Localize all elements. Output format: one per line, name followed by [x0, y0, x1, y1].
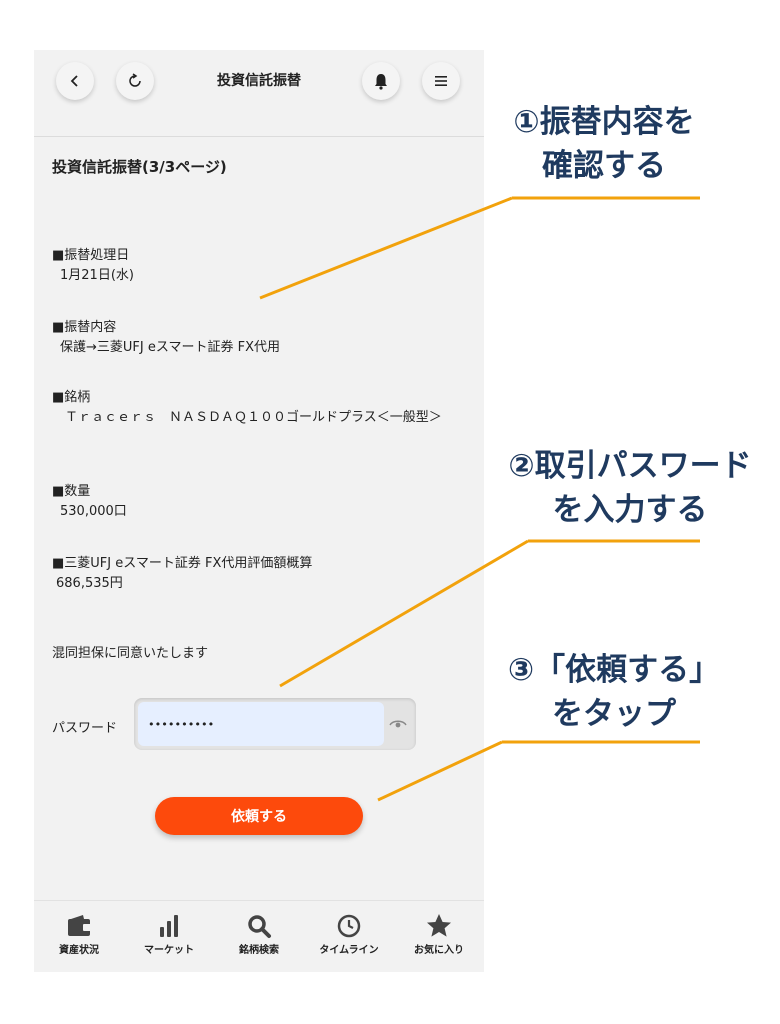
- tab-search[interactable]: 銘柄検索: [214, 909, 304, 971]
- tab-label: お気に入り: [414, 945, 464, 956]
- section-value: Ｔｒａｃｅｒｓ ＮＡＳＤＡＱ１００ゴールドプラス＜一般型＞: [52, 410, 442, 425]
- annotation-1-line1: ①振替内容を: [513, 104, 695, 140]
- refresh-icon: [129, 73, 141, 87]
- bar-chart-icon: [160, 915, 178, 937]
- section-value: 保護→三菱UFJ eスマート証券 FX代用: [60, 340, 280, 355]
- bottom-tab-bar: 資産状況 マーケット 銘柄検索 タイムライン お気に入り: [34, 900, 484, 972]
- annotation-2: ②取引パスワード を入力する: [490, 444, 770, 532]
- phone-screen: 投資信託振替 投資信託振替(3/3ページ) ■振替処理日 1月21日(水) ■振…: [34, 50, 484, 972]
- submit-request-button[interactable]: 依頼する: [155, 797, 363, 835]
- annotation-1: ①振替内容を 確認する: [498, 100, 710, 188]
- info-transfer-content: ■振替内容 保護→三菱UFJ eスマート証券 FX代用: [52, 318, 280, 358]
- hamburger-menu-icon: [435, 76, 447, 86]
- tab-label: タイムライン: [319, 945, 379, 956]
- page-title: 投資信託振替(3/3ページ): [52, 158, 227, 176]
- menu-button[interactable]: [422, 62, 460, 100]
- info-transfer-date: ■振替処理日 1月21日(水): [52, 246, 134, 286]
- annotation-3: ③「依頼する」 をタップ: [494, 648, 734, 736]
- app-header: 投資信託振替: [34, 50, 484, 137]
- refresh-button[interactable]: [116, 62, 154, 100]
- password-label: パスワード: [52, 721, 118, 736]
- info-quantity: ■数量 530,000口: [52, 482, 127, 522]
- tab-assets[interactable]: 資産状況: [34, 909, 124, 971]
- eye-icon[interactable]: [388, 716, 408, 732]
- section-label: ■数量: [52, 484, 91, 499]
- tab-timeline[interactable]: タイムライン: [304, 909, 394, 971]
- tab-label: マーケット: [144, 945, 194, 956]
- section-label: ■振替内容: [52, 320, 117, 335]
- section-label: ■三菱UFJ eスマート証券 FX代用評価額概算: [52, 556, 313, 571]
- consent-text: 混同担保に同意いたします: [52, 646, 209, 661]
- header-title: 投資信託振替: [217, 73, 301, 89]
- annotation-3-line2: をタップ: [552, 696, 676, 732]
- chevron-left-icon: [70, 75, 78, 87]
- annotation-2-line1: ②取引パスワード: [508, 448, 752, 484]
- password-field-wrapper: [134, 698, 416, 750]
- info-valuation: ■三菱UFJ eスマート証券 FX代用評価額概算 686,535円: [52, 554, 312, 594]
- star-icon: [427, 914, 451, 937]
- annotation-3-line1: ③「依頼する」: [507, 652, 721, 688]
- info-fund-name: ■銘柄 Ｔｒａｃｅｒｓ ＮＡＳＤＡＱ１００ゴールドプラス＜一般型＞: [52, 388, 466, 428]
- section-value: 1月21日(水): [60, 268, 134, 283]
- annotation-1-line2: 確認する: [542, 148, 666, 184]
- annotation-2-line2: を入力する: [552, 492, 708, 528]
- wallet-icon: [68, 915, 91, 936]
- bell-icon: [375, 74, 387, 90]
- notification-button[interactable]: [362, 62, 400, 100]
- back-button[interactable]: [56, 62, 94, 100]
- section-value: 686,535円: [56, 576, 123, 591]
- section-label: ■銘柄: [52, 390, 91, 405]
- tab-favorites[interactable]: お気に入り: [394, 909, 484, 971]
- password-input[interactable]: [138, 702, 384, 746]
- search-icon: [248, 915, 271, 938]
- tab-market[interactable]: マーケット: [124, 909, 214, 971]
- clock-icon: [337, 914, 361, 938]
- tab-label: 資産状況: [59, 945, 99, 956]
- section-value: 530,000口: [60, 504, 127, 519]
- tab-label: 銘柄検索: [239, 945, 279, 956]
- section-label: ■振替処理日: [52, 248, 130, 263]
